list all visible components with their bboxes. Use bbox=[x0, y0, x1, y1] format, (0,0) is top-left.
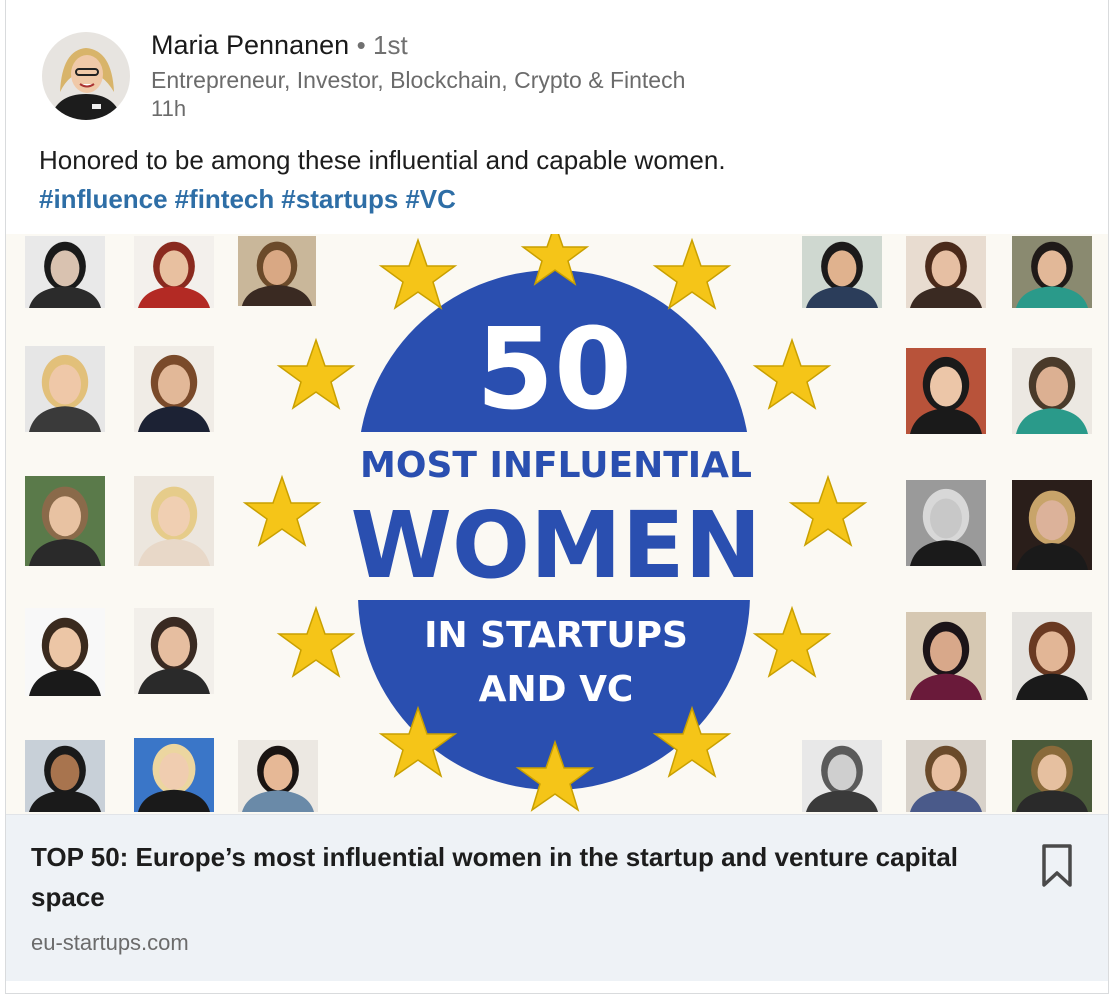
portrait-photo bbox=[906, 740, 986, 812]
portrait-photo bbox=[25, 476, 105, 566]
hashtag-fintech[interactable]: #fintech bbox=[175, 184, 275, 214]
portrait-photo bbox=[134, 738, 214, 812]
portrait-photo bbox=[25, 740, 105, 812]
author-avatar[interactable] bbox=[42, 32, 130, 120]
star-icon bbox=[276, 337, 356, 410]
article-source: eu-startups.com bbox=[31, 930, 189, 955]
portrait-photo bbox=[1012, 740, 1092, 812]
portrait-photo bbox=[1012, 612, 1092, 700]
post-hashtags: #influence #fintech #startups #VC bbox=[39, 184, 463, 215]
star-icon bbox=[752, 337, 832, 410]
portrait-photo bbox=[134, 236, 214, 308]
portrait-photo bbox=[238, 740, 318, 812]
feed-post-card: Maria Pennanen • 1st Entrepreneur, Inves… bbox=[5, 0, 1109, 994]
graphic-number: 50 bbox=[476, 305, 632, 435]
article-title[interactable]: TOP 50: Europe’s most influential women … bbox=[31, 837, 991, 917]
author-headline: Entrepreneur, Investor, Blockchain, Cryp… bbox=[151, 67, 686, 93]
portrait-photo bbox=[134, 476, 214, 566]
portrait-photo bbox=[802, 236, 882, 308]
portrait-photo bbox=[1012, 348, 1092, 434]
post-text: Honored to be among these influential an… bbox=[39, 145, 726, 175]
hashtag-vc[interactable]: #VC bbox=[405, 184, 456, 214]
post-image[interactable]: 50 MOST INFLUENTIAL WOMEN IN STARTUPS AN… bbox=[6, 234, 1108, 814]
star-icon bbox=[652, 237, 732, 310]
portrait-photo bbox=[906, 348, 986, 434]
author-name-line[interactable]: Maria Pennanen • 1st bbox=[151, 30, 408, 61]
portrait-photo bbox=[1012, 236, 1092, 308]
graphic-line-most-influential: MOST INFLUENTIAL bbox=[360, 445, 752, 486]
star-icon bbox=[276, 605, 356, 678]
portrait-photo bbox=[25, 608, 105, 696]
star-icon bbox=[378, 237, 458, 310]
graphic-line-and-vc: AND VC bbox=[478, 669, 634, 710]
portrait-photo bbox=[1012, 480, 1092, 570]
portrait-photo bbox=[802, 740, 882, 812]
portrait-photo bbox=[906, 480, 986, 566]
connection-degree: • 1st bbox=[356, 30, 408, 60]
portrait-photo bbox=[906, 236, 986, 308]
portrait-photo bbox=[906, 612, 986, 700]
hashtag-startups[interactable]: #startups bbox=[281, 184, 398, 214]
graphic-line-in-startups: IN STARTUPS bbox=[424, 615, 688, 656]
portrait-photo bbox=[25, 346, 105, 432]
graphic-line-women: WOMEN bbox=[350, 492, 762, 599]
portrait-photo bbox=[25, 236, 105, 308]
post-timestamp: 11h bbox=[151, 96, 187, 121]
portrait-photo bbox=[134, 608, 214, 694]
hashtag-influence[interactable]: #influence bbox=[39, 184, 168, 214]
author-name[interactable]: Maria Pennanen bbox=[151, 30, 349, 60]
portrait-photo bbox=[134, 346, 214, 432]
portrait-photo bbox=[238, 236, 316, 306]
bookmark-icon[interactable] bbox=[1040, 843, 1074, 889]
article-preview[interactable]: TOP 50: Europe’s most influential women … bbox=[6, 814, 1108, 981]
star-icon bbox=[752, 605, 832, 678]
